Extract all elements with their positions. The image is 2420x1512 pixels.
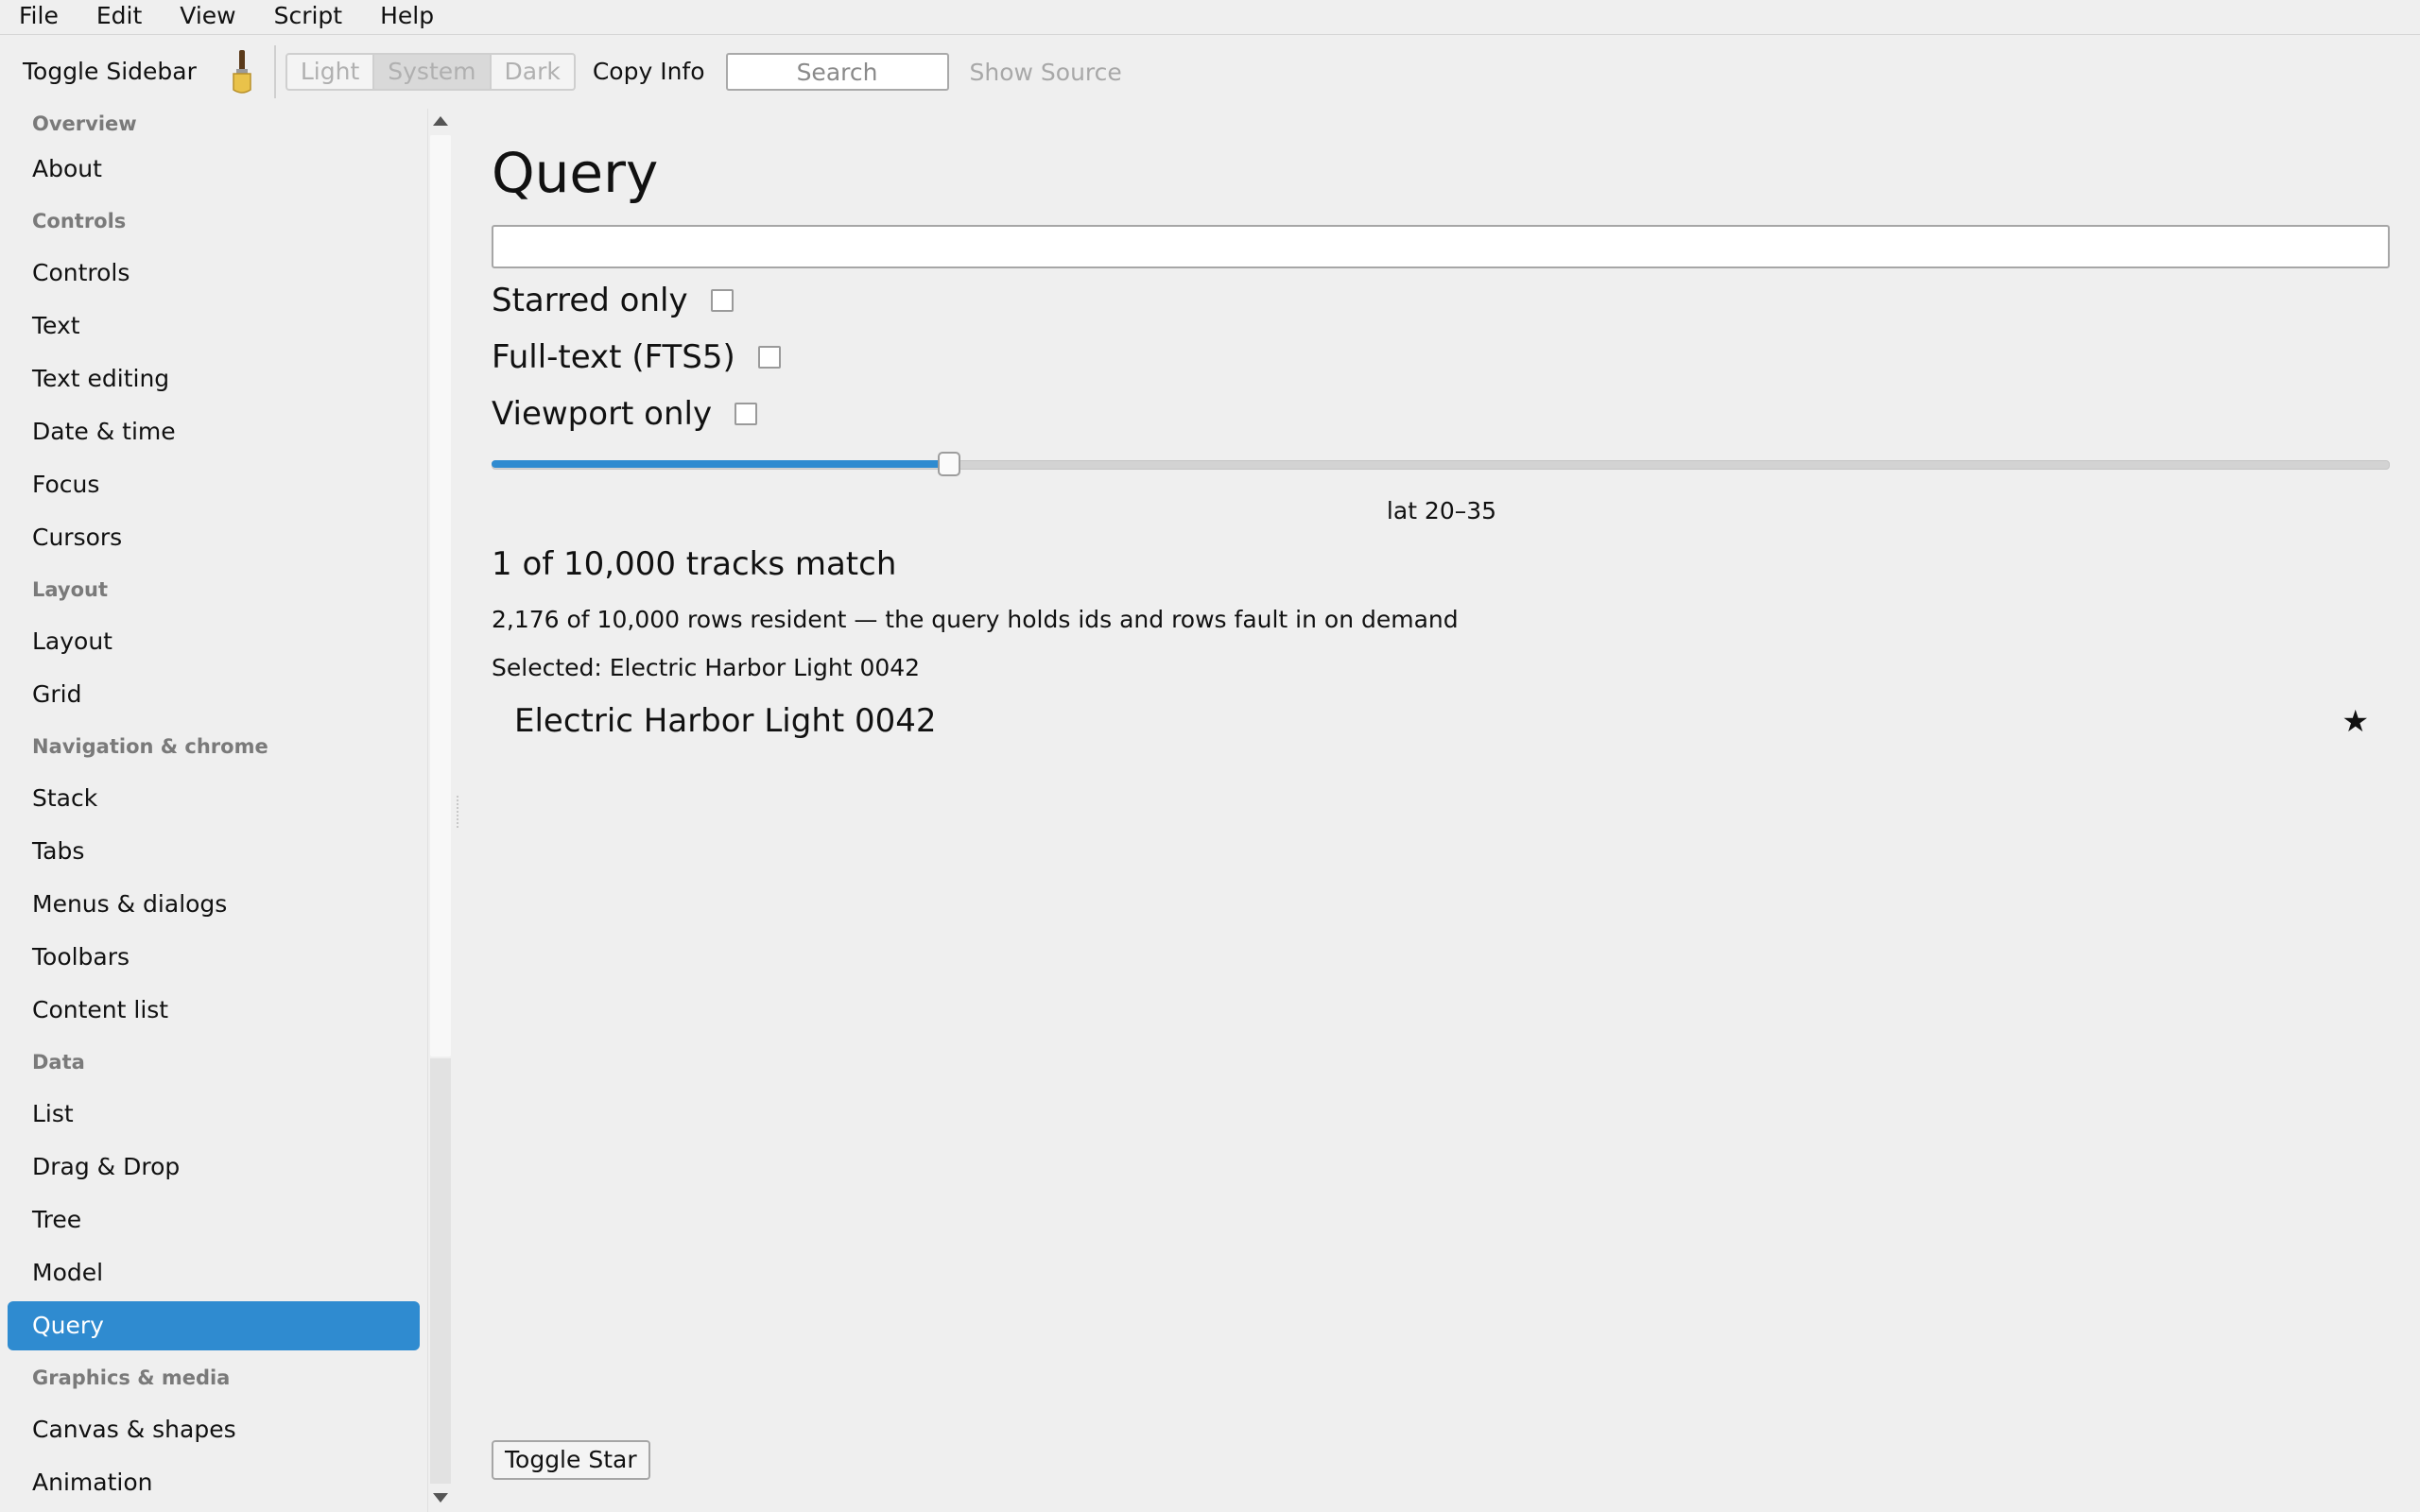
theme-segmented-control: Light System Dark bbox=[285, 53, 576, 91]
sidebar-item-grid[interactable]: Grid bbox=[0, 668, 427, 721]
slider-value-label: lat 20–35 bbox=[1386, 497, 1497, 524]
query-input[interactable] bbox=[492, 225, 2390, 268]
scrollbar-track[interactable] bbox=[430, 1058, 451, 1484]
copy-info-button[interactable]: Copy Info bbox=[576, 53, 709, 91]
theme-light-button[interactable]: Light bbox=[285, 53, 375, 91]
list-item[interactable]: Electric Harbor Light 0042 ★ bbox=[492, 698, 2392, 744]
filter-full-text-label: Full-text (FTS5) bbox=[492, 338, 735, 376]
page-title: Query bbox=[492, 141, 659, 205]
slider-thumb[interactable] bbox=[938, 452, 960, 476]
latitude-slider[interactable] bbox=[492, 450, 2390, 478]
viewport-only-checkbox[interactable] bbox=[735, 403, 758, 425]
sidebar-item-focus[interactable]: Focus bbox=[0, 458, 427, 511]
sidebar-item-cursors[interactable]: Cursors bbox=[0, 511, 427, 564]
menu-file[interactable]: File bbox=[0, 0, 78, 34]
sidebar: Overview About Controls Controls Text Te… bbox=[0, 109, 427, 1512]
sidebar-item-controls[interactable]: Controls bbox=[0, 247, 427, 300]
sidebar-item-text-editing[interactable]: Text editing bbox=[0, 352, 427, 405]
toolbar: Toggle Sidebar Light System Dark Copy In… bbox=[0, 35, 2420, 109]
search-input[interactable] bbox=[740, 57, 934, 87]
filter-viewport-only[interactable]: Viewport only bbox=[492, 386, 2392, 442]
star-icon[interactable]: ★ bbox=[2342, 703, 2369, 739]
sidebar-item-menus-dialogs[interactable]: Menus & dialogs bbox=[0, 878, 427, 931]
sidebar-header-data: Data bbox=[32, 1051, 85, 1074]
sidebar-item-content-list[interactable]: Content list bbox=[0, 984, 427, 1037]
menu-bar: File Edit View Script Help bbox=[0, 0, 2420, 35]
sidebar-header-layout: Layout bbox=[32, 578, 109, 601]
paintbrush-icon[interactable] bbox=[223, 43, 261, 100]
slider-fill bbox=[492, 460, 949, 468]
sidebar-item-toolbars[interactable]: Toolbars bbox=[0, 931, 427, 984]
theme-dark-button[interactable]: Dark bbox=[491, 53, 576, 91]
toolbar-separator bbox=[273, 45, 276, 98]
starred-only-checkbox[interactable] bbox=[710, 289, 734, 312]
sidebar-item-drag-drop[interactable]: Drag & Drop bbox=[0, 1141, 427, 1194]
menu-help[interactable]: Help bbox=[361, 0, 453, 34]
filter-starred-label: Starred only bbox=[492, 282, 688, 319]
filter-full-text[interactable]: Full-text (FTS5) bbox=[492, 329, 2392, 386]
sidebar-item-stack[interactable]: Stack bbox=[0, 772, 427, 825]
sidebar-item-canvas-shapes[interactable]: Canvas & shapes bbox=[0, 1403, 427, 1456]
menu-script[interactable]: Script bbox=[255, 0, 362, 34]
sidebar-scrollbar[interactable] bbox=[427, 109, 453, 1512]
scroll-down-arrow-icon[interactable] bbox=[433, 1493, 448, 1503]
match-count: 1 of 10,000 tracks match bbox=[492, 545, 897, 583]
filter-viewport-label: Viewport only bbox=[492, 395, 713, 433]
scroll-up-arrow-icon[interactable] bbox=[433, 116, 448, 126]
sidebar-item-text[interactable]: Text bbox=[0, 300, 427, 352]
resident-rows-info: 2,176 of 10,000 rows resident — the quer… bbox=[492, 606, 1459, 633]
main-content: Query Starred only Full-text (FTS5) View… bbox=[492, 109, 2392, 744]
sidebar-item-tabs[interactable]: Tabs bbox=[0, 825, 427, 878]
scrollbar-thumb[interactable] bbox=[430, 135, 451, 1057]
sidebar-item-tree[interactable]: Tree bbox=[0, 1194, 427, 1246]
show-source-button[interactable]: Show Source bbox=[970, 59, 1122, 86]
pane-resize-handle[interactable] bbox=[457, 796, 460, 828]
sidebar-item-about[interactable]: About bbox=[0, 143, 427, 196]
sidebar-item-model[interactable]: Model bbox=[0, 1246, 427, 1299]
sidebar-header-overview: Overview bbox=[32, 112, 137, 135]
sidebar-item-layout[interactable]: Layout bbox=[0, 615, 427, 668]
filter-starred-only[interactable]: Starred only bbox=[492, 272, 2392, 329]
selected-track: Selected: Electric Harbor Light 0042 bbox=[492, 654, 921, 681]
toggle-sidebar-button[interactable]: Toggle Sidebar bbox=[8, 53, 212, 91]
sidebar-item-list[interactable]: List bbox=[0, 1088, 427, 1141]
search-box[interactable] bbox=[725, 53, 949, 91]
sidebar-header-graphics-media: Graphics & media bbox=[32, 1366, 231, 1389]
sidebar-header-navigation-chrome: Navigation & chrome bbox=[32, 735, 268, 758]
sidebar-item-animation[interactable]: Animation bbox=[0, 1456, 427, 1509]
result-title: Electric Harbor Light 0042 bbox=[514, 702, 937, 740]
sidebar-header-controls: Controls bbox=[32, 210, 127, 232]
sidebar-item-date-time[interactable]: Date & time bbox=[0, 405, 427, 458]
full-text-checkbox[interactable] bbox=[757, 346, 781, 369]
theme-system-button[interactable]: System bbox=[374, 53, 492, 91]
toggle-star-button[interactable]: Toggle Star bbox=[492, 1440, 650, 1480]
menu-view[interactable]: View bbox=[161, 0, 254, 34]
menu-edit[interactable]: Edit bbox=[78, 0, 161, 34]
sidebar-item-query[interactable]: Query bbox=[8, 1301, 420, 1350]
